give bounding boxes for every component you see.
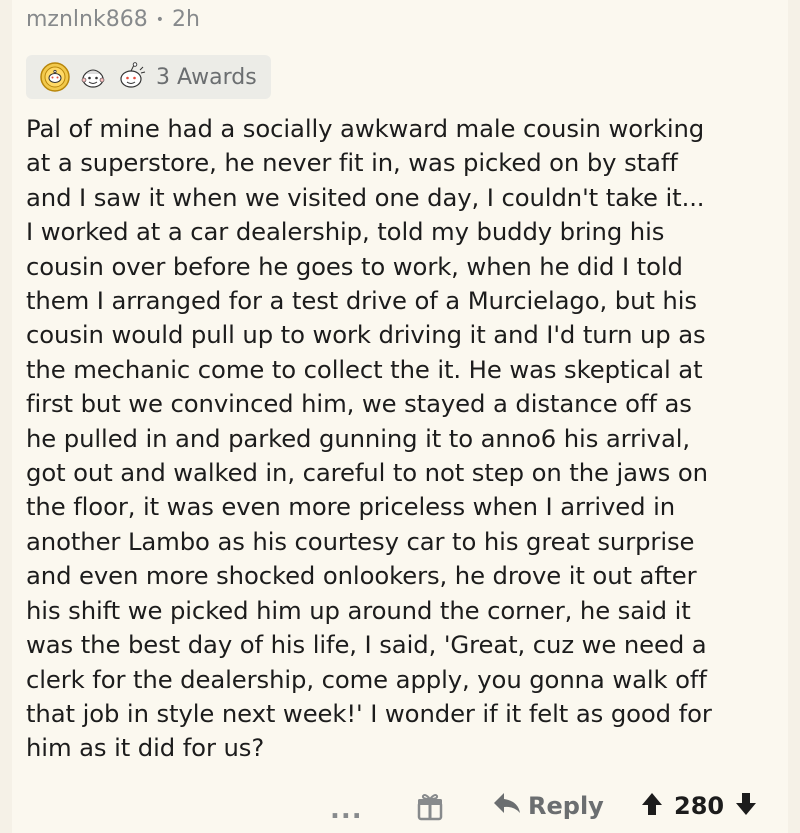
give-award-button[interactable] — [415, 792, 445, 822]
vote-controls: 280 — [640, 791, 758, 821]
comment-body: Pal of mine had a socially awkward male … — [26, 114, 712, 763]
helpful-award-icon — [114, 60, 148, 94]
more-options-button[interactable]: ... — [330, 795, 363, 825]
reply-button[interactable]: Reply — [492, 791, 604, 821]
reply-label: Reply — [528, 792, 604, 820]
gift-icon — [417, 794, 443, 821]
upvote-arrow-icon[interactable] — [640, 791, 664, 821]
wholesome-award-icon — [76, 60, 110, 94]
username-link[interactable]: mznlnk868 — [26, 4, 148, 36]
comment-card: mznlnk868 • 2h 3 Awards Pal of mine had … — [12, 0, 788, 833]
comment-meta: mznlnk868 • 2h — [26, 4, 200, 36]
comment-actions: ... Reply 280 — [12, 782, 788, 832]
comment-age: 2h — [171, 7, 200, 32]
meta-separator: • — [155, 12, 164, 28]
awards-count-label: 3 Awards — [156, 64, 257, 90]
downvote-arrow-icon[interactable] — [734, 791, 758, 821]
vote-score: 280 — [674, 792, 725, 820]
awards-pill[interactable]: 3 Awards — [26, 55, 271, 99]
gold-award-icon — [38, 60, 72, 94]
reply-arrow-icon — [492, 791, 522, 821]
